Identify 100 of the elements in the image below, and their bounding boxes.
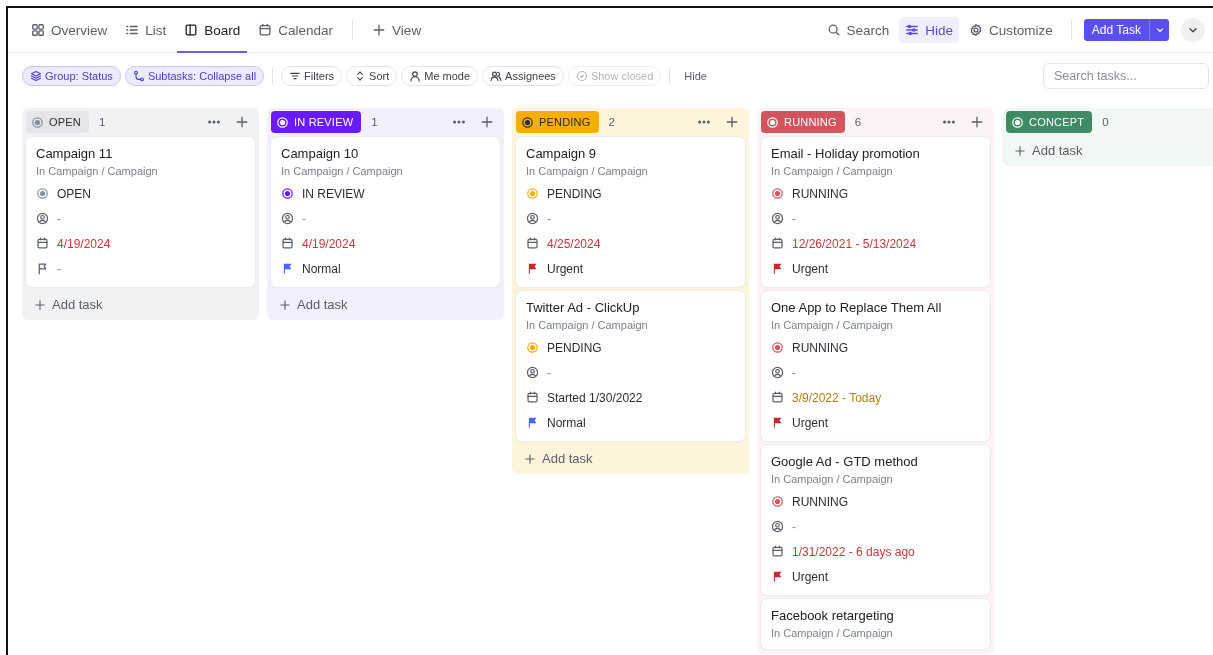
priority-label: Urgent xyxy=(792,415,829,430)
user-circle-icon xyxy=(771,366,784,379)
filter-chip[interactable]: Filters xyxy=(281,66,343,86)
layers-icon xyxy=(30,70,42,82)
filter-chip[interactable]: Sort xyxy=(346,66,398,86)
task-location: In Campaign / Campaign xyxy=(281,165,404,177)
due-date: 1/31/2022 - 6 days ago xyxy=(792,544,915,559)
assignee-label: - xyxy=(792,365,796,380)
search-icon xyxy=(826,23,841,37)
plus-icon xyxy=(1014,144,1026,157)
priority-label: Urgent xyxy=(792,569,829,584)
header-button[interactable]: Hide xyxy=(899,17,960,43)
status-circle-icon xyxy=(771,341,784,354)
task-count: 6 xyxy=(853,116,862,128)
grid-icon xyxy=(31,23,45,37)
dropdown-button[interactable] xyxy=(1149,19,1169,41)
due-date: 12/26/2021 - 5/13/2024 xyxy=(792,236,917,251)
assignee-label: - xyxy=(792,211,796,226)
people-icon xyxy=(490,70,503,82)
calendar-icon xyxy=(281,237,294,250)
view-tab[interactable]: Overview xyxy=(24,9,115,53)
add-task-link[interactable]: Add task xyxy=(516,445,745,469)
task-count: 1 xyxy=(98,116,106,128)
task-location: In Campaign / Campaign xyxy=(771,473,894,485)
status-circle-icon xyxy=(276,115,289,129)
view-tab[interactable]: Board xyxy=(177,9,248,53)
task-card[interactable]: Campaign 9 In Campaign / Campaign PENDING - 4/25/2024 Urgent xyxy=(516,137,745,287)
status-badge: RUNNING xyxy=(761,111,845,133)
plus-icon[interactable] xyxy=(970,115,984,129)
status-circle-icon xyxy=(771,495,784,508)
task-count: 2 xyxy=(607,116,615,128)
task-location: In Campaign / Campaign xyxy=(526,319,649,331)
calendar-icon xyxy=(526,237,539,250)
calendar-icon xyxy=(771,391,784,404)
status-badge: OPEN xyxy=(26,111,89,133)
plus-icon xyxy=(372,23,387,37)
filter-chip[interactable]: Me mode xyxy=(401,66,479,86)
priority-label: Urgent xyxy=(792,261,829,276)
task-card[interactable]: Campaign 10 In Campaign / Campaign IN REVIEW - 4/19/2024 Normal xyxy=(271,137,500,287)
task-card[interactable]: Google Ad - GTD method In Campaign / Campaign RUNNING - 1/31/2022 - 6 days ago Urgent xyxy=(761,445,990,595)
assignee-label: - xyxy=(57,211,61,226)
add-task-link[interactable]: Add task xyxy=(1006,137,1213,161)
flag-icon xyxy=(526,262,539,275)
priority-label: Urgent xyxy=(547,261,584,276)
user-circle-icon xyxy=(36,212,49,225)
search-field[interactable]: Search tasks... xyxy=(1043,63,1209,89)
task-card[interactable]: Email - Holiday promotion In Campaign / Campaign RUNNING - 12/26/2021 - 5/13/2024 Urgent xyxy=(761,137,990,287)
task-card[interactable]: Twitter Ad - ClickUp In Campaign / Campaign PENDING - Started 1/30/2022 Normal xyxy=(516,291,745,441)
add-task-link[interactable]: Add task xyxy=(26,291,255,315)
plus-icon[interactable] xyxy=(725,115,739,129)
plus-icon xyxy=(34,298,46,311)
view-tab[interactable]: Calendar xyxy=(251,9,341,53)
task-count: 1 xyxy=(370,116,378,128)
status-badge: CONCEPT xyxy=(1006,111,1093,133)
calendar-icon xyxy=(258,23,273,37)
task-title: Campaign 9 xyxy=(526,146,598,161)
task-title: Twitter Ad - ClickUp xyxy=(526,300,641,315)
filter-chip[interactable]: Subtasks: Collapse all xyxy=(124,66,265,86)
task-location: In Campaign / Campaign xyxy=(771,319,894,331)
flag-icon xyxy=(771,570,784,583)
status-circle-icon xyxy=(771,187,784,200)
status-circle-icon xyxy=(526,187,539,200)
task-card[interactable]: One App to Replace Them All In Campaign / Campaign RUNNING - 3/9/2022 - Today Urgent xyxy=(761,291,990,441)
view-tab[interactable]: List xyxy=(118,9,174,53)
calendar-icon xyxy=(771,237,784,250)
task-title: One App to Replace Them All xyxy=(771,300,943,315)
priority-label: Normal xyxy=(547,415,586,430)
status-badge: IN REVIEW xyxy=(271,111,362,133)
due-date: 4/19/2024 xyxy=(302,236,356,251)
status-circle-icon xyxy=(766,115,779,129)
plus-icon[interactable] xyxy=(480,115,494,129)
settings-icon xyxy=(969,23,984,37)
task-card[interactable]: Facebook retargeting In Campaign / Campaign xyxy=(761,599,990,649)
hide-button[interactable]: Hide xyxy=(678,70,713,82)
header-button[interactable]: Search xyxy=(820,17,896,43)
board-icon xyxy=(184,23,199,37)
status-circle-icon xyxy=(281,187,294,200)
status-label: RUNNING xyxy=(792,186,848,201)
header-button[interactable]: Customize xyxy=(963,17,1059,43)
filter-chip[interactable]: Group: Status xyxy=(22,66,121,86)
priority-label: Normal xyxy=(302,261,341,276)
filter-chip[interactable]: Assignees xyxy=(482,66,564,86)
priority-label: - xyxy=(57,261,61,276)
user-circle-icon xyxy=(771,212,784,225)
status-circle-icon xyxy=(36,187,49,200)
assignee-label: - xyxy=(547,211,551,226)
filter-icon xyxy=(289,70,302,82)
user-circle-icon xyxy=(281,212,294,225)
plus-icon[interactable] xyxy=(235,115,249,129)
status-label: PENDING xyxy=(547,340,602,355)
calendar-icon xyxy=(771,545,784,558)
task-card[interactable]: Campaign 11 In Campaign / Campaign OPEN - 4/19/2024 - xyxy=(26,137,255,287)
status-label: OPEN xyxy=(57,186,91,201)
plus-icon xyxy=(279,298,291,311)
task-location: In Campaign / Campaign xyxy=(526,165,649,177)
assignee-label: - xyxy=(302,211,306,226)
add-view-button[interactable]: View xyxy=(365,9,429,53)
add-task-link[interactable]: Add task xyxy=(271,291,500,315)
due-date: 4/19/2024 xyxy=(57,236,111,251)
expand-button[interactable] xyxy=(1181,18,1205,42)
